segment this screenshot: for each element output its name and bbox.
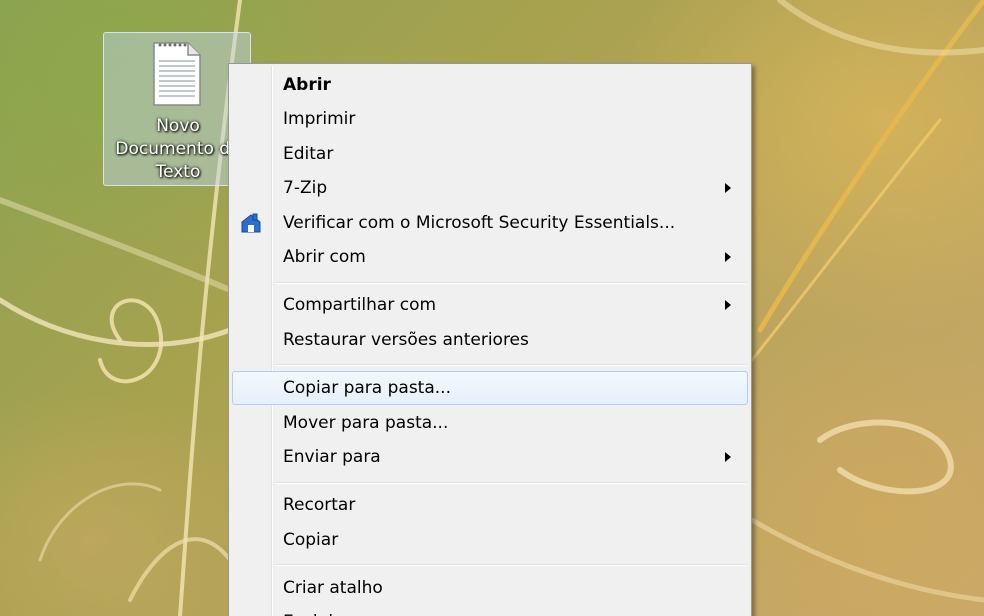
menu-item-label: Editar — [283, 144, 334, 164]
menu-separator — [275, 482, 747, 484]
menu-item-label: Abrir com — [283, 247, 366, 267]
menu-item-label: Enviar para — [283, 447, 381, 467]
menu-item-criar-atalho[interactable]: Criar atalho — [232, 571, 748, 605]
submenu-arrow-icon — [725, 252, 731, 262]
menu-item-recortar[interactable]: Recortar — [232, 488, 748, 522]
menu-item-imprimir[interactable]: Imprimir — [232, 102, 748, 136]
menu-item-label: Verificar com o Microsoft Security Essen… — [283, 213, 676, 233]
menu-item-enviar-para[interactable]: Enviar para — [232, 440, 748, 474]
menu-item-label: 7-Zip — [283, 178, 328, 198]
menu-item-label: Mover para pasta... — [283, 413, 449, 433]
submenu-arrow-icon — [725, 300, 731, 310]
menu-item-verificar-security-essentials[interactable]: Verificar com o Microsoft Security Essen… — [232, 206, 748, 240]
menu-separator — [275, 364, 747, 366]
menu-item-mover-para-pasta[interactable]: Mover para pasta... — [232, 406, 748, 440]
menu-item-label: Copiar para pasta... — [283, 378, 451, 398]
menu-item-restaurar-versoes-anteriores[interactable]: Restaurar versões anteriores — [232, 323, 748, 357]
menu-item-label: Excluir — [283, 605, 340, 616]
microsoft-security-essentials-icon — [241, 213, 261, 233]
menu-item-label: Restaurar versões anteriores — [283, 330, 529, 350]
submenu-arrow-icon — [725, 183, 731, 193]
menu-item-label: Recortar — [283, 495, 356, 515]
menu-separator — [275, 564, 747, 566]
context-menu: Abrir Imprimir Editar 7-Zip Verificar co… — [228, 63, 752, 616]
menu-separator — [275, 282, 747, 284]
menu-item-copiar-para-pasta[interactable]: Copiar para pasta... — [232, 371, 748, 405]
menu-item-copiar[interactable]: Copiar — [232, 523, 748, 557]
menu-item-label: Abrir — [283, 75, 331, 95]
menu-item-label: Imprimir — [283, 109, 356, 129]
menu-item-compartilhar-com[interactable]: Compartilhar com — [232, 288, 748, 322]
menu-item-7-zip[interactable]: 7-Zip — [232, 171, 748, 205]
menu-item-excluir[interactable]: Excluir — [232, 605, 748, 616]
menu-item-label: Copiar — [283, 530, 339, 550]
text-document-icon — [153, 42, 201, 106]
menu-item-label: Compartilhar com — [283, 295, 437, 315]
menu-item-label: Criar atalho — [283, 578, 383, 598]
menu-item-abrir-com[interactable]: Abrir com — [232, 240, 748, 274]
submenu-arrow-icon — [725, 452, 731, 462]
menu-item-editar[interactable]: Editar — [232, 137, 748, 171]
menu-item-abrir[interactable]: Abrir — [232, 68, 748, 102]
